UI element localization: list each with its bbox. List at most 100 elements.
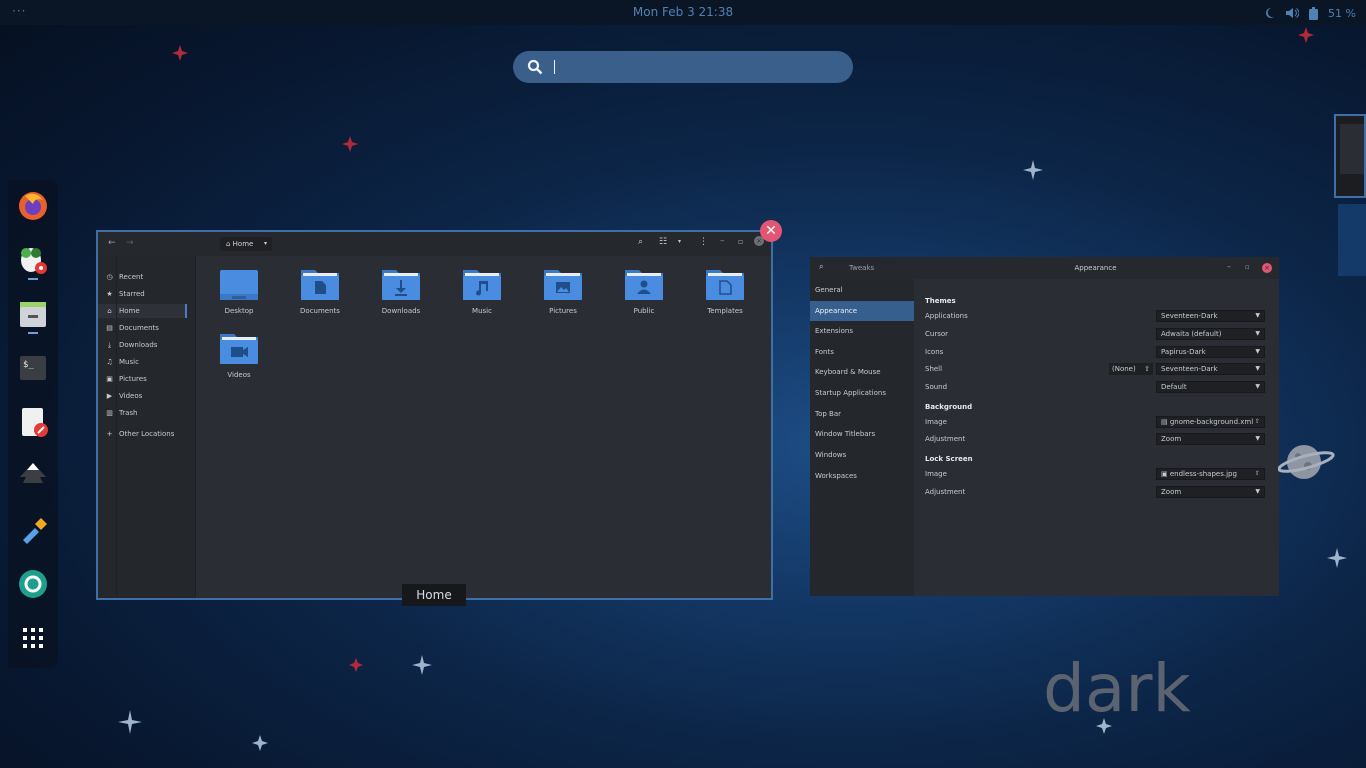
star-icon: ★ — [106, 289, 113, 298]
cursor-combo[interactable]: Adwaita (default) ▼ — [1156, 328, 1265, 340]
image-icon: ▣ — [1161, 470, 1170, 478]
background-adjustment-label: Adjustment — [925, 435, 966, 443]
shell-combo[interactable]: Seventeen-Dark ▼ — [1156, 363, 1265, 375]
shell-label: Shell — [925, 365, 943, 373]
color-picker-icon[interactable] — [17, 514, 49, 546]
sidebar-item-trash[interactable]: ▥ Trash — [106, 406, 137, 420]
sidebar-item-home[interactable]: ⌂ Home — [98, 304, 187, 318]
night-light-icon — [1266, 8, 1275, 18]
upload-icon: ⇧ — [1254, 418, 1260, 425]
files-window[interactable]: ← → ⌂ Home ▾ ⌕ ☷ ▾ ⋮ – ▫ × ◷ Recent ★ Starr… — [96, 230, 773, 600]
tweaks-window[interactable]: ⌕ Tweaks Appearance – ▫ × General Appear… — [810, 257, 1279, 596]
close-icon[interactable]: × — [1262, 263, 1272, 273]
lock-image-button[interactable]: ▣ endless-shapes.jpg ⇧ — [1156, 468, 1265, 480]
applications-label: Applications — [925, 312, 968, 320]
terminal-icon[interactable]: $_ — [17, 352, 49, 384]
folder-desktop[interactable]: Desktop — [208, 268, 270, 328]
chevron-down-icon: ▼ — [1255, 435, 1260, 442]
workspace-thumbnail-2[interactable] — [1338, 204, 1366, 276]
minimize-icon[interactable]: – — [720, 236, 725, 246]
tweaks-sidebar: General Appearance Extensions Fonts Keyb… — [810, 279, 914, 596]
list-view-icon[interactable]: ☷ — [659, 237, 667, 247]
tweaks-nav-window-titlebars[interactable]: Window Titlebars — [810, 424, 914, 444]
icons-combo[interactable]: Papirus-Dark ▼ — [1156, 346, 1265, 358]
dash: $_ — [8, 180, 58, 668]
tweaks-nav-appearance[interactable]: Appearance — [810, 301, 914, 321]
page-title: Appearance — [1074, 264, 1117, 272]
svg-text:$_: $_ — [23, 360, 34, 370]
upload-icon: ⇧ — [1254, 470, 1260, 477]
sound-label: Sound — [925, 383, 948, 391]
download-icon: ⤓ — [107, 340, 112, 349]
tweaks-nav-windows[interactable]: Windows — [810, 445, 914, 465]
tweaks-nav-startup[interactable]: Startup Applications — [810, 383, 914, 403]
lock-screen-heading: Lock Screen — [925, 455, 973, 463]
software-icon[interactable] — [17, 244, 49, 276]
background-image-button[interactable]: ▤ gnome-background.xml ⇧ — [1156, 416, 1265, 428]
sidebar-item-documents[interactable]: ▤ Documents — [106, 321, 159, 335]
maximize-icon[interactable]: ▫ — [1245, 263, 1250, 271]
path-bar[interactable]: ⌂ Home ▾ — [220, 237, 272, 251]
tweaks-nav-top-bar[interactable]: Top Bar — [810, 404, 914, 424]
text-editor-icon[interactable] — [17, 406, 49, 438]
themes-heading: Themes — [925, 297, 956, 305]
folder-templates[interactable]: Templates — [694, 268, 756, 328]
system-status[interactable]: 51 % — [1263, 5, 1356, 21]
firefox-icon[interactable] — [17, 190, 49, 222]
screenshot-icon[interactable] — [17, 568, 49, 600]
close-window-button[interactable]: ✕ — [760, 220, 782, 242]
close-icon: ✕ — [765, 223, 777, 239]
files-headerbar: ← → ⌂ Home ▾ ⌕ ☷ ▾ ⋮ – ▫ × — [98, 232, 771, 256]
back-icon[interactable]: ← — [108, 238, 116, 248]
inkscape-icon[interactable] — [17, 460, 49, 492]
applications-combo[interactable]: Seventeen-Dark ▼ — [1156, 310, 1265, 322]
sidebar-item-pictures[interactable]: ▣ Pictures — [106, 372, 147, 386]
shell-file-button[interactable]: (None) ⇧ — [1109, 363, 1153, 375]
sidebar-item-videos[interactable]: ▶ Videos — [106, 389, 142, 403]
background-image-label: Image — [925, 418, 947, 426]
workspace-thumbnail-1[interactable] — [1334, 114, 1366, 198]
tweaks-headerbar: ⌕ Tweaks Appearance – ▫ × — [810, 257, 1279, 279]
chevron-down-icon: ▼ — [1255, 383, 1260, 390]
tweaks-nav-workspaces[interactable]: Workspaces — [810, 466, 914, 486]
background-adjustment-combo[interactable]: Zoom ▼ — [1156, 433, 1265, 445]
clock[interactable]: Mon Feb 3 21:38 — [0, 5, 1366, 19]
folder-downloads[interactable]: Downloads — [370, 268, 432, 328]
tweaks-nav-fonts[interactable]: Fonts — [810, 342, 914, 362]
menu-icon[interactable]: ⋮ — [699, 237, 708, 247]
trash-icon: ▥ — [106, 408, 113, 417]
folder-documents[interactable]: Documents — [289, 268, 351, 328]
folder-music[interactable]: Music — [451, 268, 513, 328]
plus-icon: + — [106, 429, 113, 438]
battery-percent: 51 % — [1328, 6, 1356, 20]
tweaks-nav-keyboard-mouse[interactable]: Keyboard & Mouse — [810, 362, 914, 382]
search-entry[interactable] — [513, 51, 853, 83]
chevron-down-icon[interactable]: ▾ — [678, 238, 681, 245]
sound-combo[interactable]: Default ▼ — [1156, 381, 1265, 393]
thumbnail-window — [1340, 124, 1364, 174]
chevron-down-icon: ▾ — [263, 240, 267, 247]
window-caption: Home — [402, 584, 466, 606]
music-icon: ♫ — [106, 357, 113, 366]
minimize-icon[interactable]: – — [1227, 262, 1231, 271]
sidebar-item-music[interactable]: ♫ Music — [106, 355, 139, 369]
icons-label: Icons — [925, 348, 944, 356]
show-apps-icon[interactable] — [17, 622, 49, 654]
tweaks-nav-extensions[interactable]: Extensions — [810, 321, 914, 341]
sidebar-item-downloads[interactable]: ⤓ Downloads — [106, 338, 158, 352]
folder-videos[interactable]: Videos — [208, 332, 270, 392]
folder-pictures[interactable]: Pictures — [532, 268, 594, 328]
sidebar-item-recent[interactable]: ◷ Recent — [106, 270, 143, 284]
files-icon[interactable] — [17, 298, 49, 330]
forward-icon[interactable]: → — [126, 238, 134, 248]
lock-adjustment-combo[interactable]: Zoom ▼ — [1156, 486, 1265, 498]
chevron-down-icon: ▼ — [1255, 348, 1260, 355]
maximize-icon[interactable]: ▫ — [738, 237, 743, 246]
tweaks-nav-general[interactable]: General — [810, 280, 914, 300]
chevron-down-icon: ▼ — [1255, 330, 1260, 337]
chevron-down-icon: ▼ — [1255, 312, 1260, 319]
folder-public[interactable]: Public — [613, 268, 675, 328]
search-icon[interactable]: ⌕ — [638, 237, 643, 247]
sidebar-item-starred[interactable]: ★ Starred — [106, 287, 144, 301]
battery-icon — [1309, 6, 1319, 20]
